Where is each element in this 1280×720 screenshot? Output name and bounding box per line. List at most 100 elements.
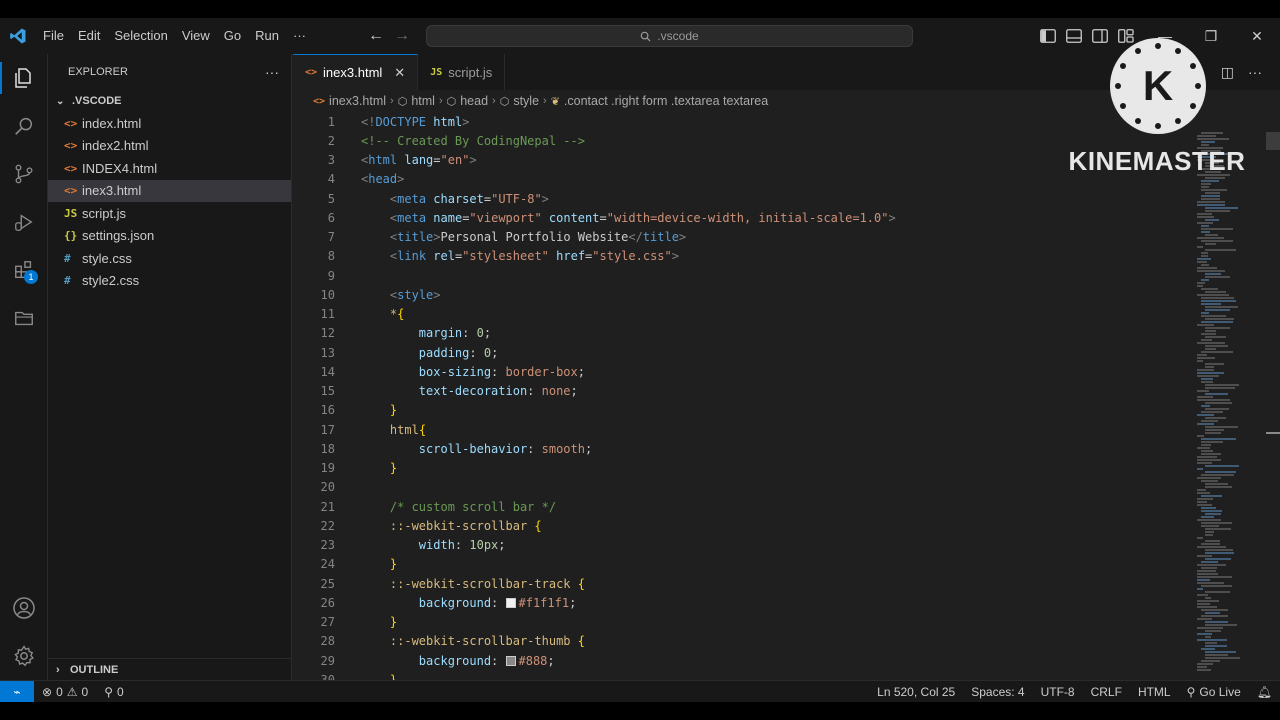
vscode-logo-icon <box>0 18 36 54</box>
color-swatch[interactable] <box>505 656 516 667</box>
code-token: 0 <box>483 345 492 360</box>
minimap-line <box>1201 543 1220 545</box>
line-number: 2 <box>327 133 335 148</box>
minimap-line <box>1201 378 1213 380</box>
close-icon[interactable]: ✕ <box>394 65 405 81</box>
code-editor[interactable]: 1 <!DOCTYPE html> 2 <!-- Created By CodingN… <box>293 112 1193 680</box>
folder-vscode[interactable]: ⌄ .VSCODE <box>48 90 291 112</box>
code-line: 15 text-decoration: none; <box>293 382 1193 401</box>
menu-edit[interactable]: Edit <box>71 18 107 54</box>
breadcrumb-item[interactable]: style <box>513 94 539 108</box>
forward-arrow-icon[interactable]: → <box>394 27 410 45</box>
ports-count: 0 <box>117 684 124 699</box>
source-control-icon[interactable] <box>0 150 48 198</box>
go-live-button[interactable]: ⚲ Go Live <box>1179 681 1249 702</box>
code-text: <link rel="stylesheet" href="style.css"> <box>335 249 679 263</box>
menu-more[interactable]: ··· <box>286 18 313 54</box>
chevron-right-icon: › <box>438 95 443 107</box>
encoding[interactable]: UTF-8 <box>1033 681 1083 702</box>
breadcrumb-item[interactable]: inex3.html <box>329 94 386 108</box>
outline-section[interactable]: › OUTLINE <box>48 658 292 680</box>
minimap-line <box>1201 567 1217 569</box>
minimap-line <box>1197 633 1212 635</box>
code-text: <style> <box>335 288 441 302</box>
manage-gear-icon[interactable] <box>0 632 48 680</box>
code-token: > <box>433 230 441 245</box>
html-file-icon: <> <box>64 116 78 130</box>
split-editor-icon[interactable]: ◫ <box>1221 64 1234 81</box>
file-item[interactable]: <> index.html <box>48 112 291 135</box>
code-token: background <box>418 653 492 668</box>
cursor-position[interactable]: Ln 520, Col 25 <box>869 681 963 702</box>
remote-explorer-icon[interactable] <box>0 294 48 342</box>
code-token: ; <box>547 653 555 668</box>
menu-go[interactable]: Go <box>217 18 248 54</box>
minimap-line <box>1205 366 1214 368</box>
back-arrow-icon[interactable]: ← <box>368 27 384 45</box>
file-item[interactable]: JS script.js <box>48 202 291 225</box>
code-line: 6 <meta name="viewport" content="width=d… <box>293 208 1193 227</box>
tab-inex3-html[interactable]: <> inex3.html ✕ <box>293 54 419 90</box>
line-number: 21 <box>320 499 335 514</box>
code-line: 7 <title>Personal Portfolio Website</tit… <box>293 228 1193 247</box>
minimap-line <box>1197 546 1226 548</box>
close-window-icon[interactable]: ✕ <box>1234 18 1280 54</box>
minimap-line <box>1205 534 1213 536</box>
end-of-line[interactable]: CRLF <box>1083 681 1130 702</box>
menu-run[interactable]: Run <box>248 18 286 54</box>
problems-indicator[interactable]: ⊗ 0 ⚠ 0 <box>34 681 96 703</box>
file-item[interactable]: # style.css <box>48 247 291 270</box>
breadcrumb-item[interactable]: .contact .right form .textarea textarea <box>564 94 768 108</box>
explorer-icon[interactable] <box>0 54 48 102</box>
run-debug-icon[interactable] <box>0 198 48 246</box>
more-actions-icon[interactable]: ··· <box>1248 64 1262 80</box>
breadcrumb-item[interactable]: html <box>411 94 435 108</box>
toggle-panel-icon[interactable] <box>1066 29 1082 43</box>
indentation[interactable]: Spaces: 4 <box>963 681 1032 702</box>
breadcrumb-item[interactable]: head <box>460 94 488 108</box>
extensions-icon[interactable]: 1 <box>0 246 48 294</box>
remote-indicator-icon[interactable]: ⌁ <box>0 680 34 702</box>
file-item[interactable]: <> INDEX4.html <box>48 157 291 180</box>
file-item[interactable]: # style2.css <box>48 270 291 293</box>
notifications-bell-icon[interactable]: 🔔︎ <box>1249 681 1280 702</box>
scrollbar-thumb[interactable] <box>1266 132 1280 150</box>
minimap-line <box>1205 624 1237 626</box>
code-text: html{ <box>335 423 426 437</box>
error-icon: ⊗ <box>42 684 53 699</box>
code-token: padding <box>418 345 470 360</box>
file-item[interactable]: {} settings.json <box>48 225 291 248</box>
line-number: 17 <box>320 422 335 437</box>
ports-indicator[interactable]: ⚲ 0 <box>96 681 131 703</box>
explorer-more-icon[interactable]: ··· <box>265 64 279 80</box>
minimap-line <box>1201 198 1220 200</box>
color-swatch[interactable] <box>505 598 516 609</box>
code-token: ; <box>584 441 593 456</box>
menu-view[interactable]: View <box>175 18 217 54</box>
menu-selection[interactable]: Selection <box>107 18 174 54</box>
file-item[interactable]: <> index2.html <box>48 135 291 158</box>
toggle-secondary-sidebar-icon[interactable] <box>1092 29 1108 43</box>
code-text: *{ <box>335 307 404 321</box>
editor-scrollbar[interactable] <box>1266 112 1280 680</box>
code-line: 24 } <box>293 555 1193 574</box>
code-token: > <box>397 172 405 187</box>
accounts-icon[interactable] <box>0 584 48 632</box>
code-token: "style.css" <box>592 249 672 264</box>
tab-script-js[interactable]: JS script.js <box>418 54 506 90</box>
code-text: ::-webkit-scrollbar-track { <box>335 577 585 591</box>
code-line: 12 margin: 0; <box>293 324 1193 343</box>
minimap-line <box>1197 564 1226 566</box>
menu-file[interactable]: File <box>36 18 71 54</box>
json-file-icon: {} <box>64 229 78 243</box>
toggle-primary-sidebar-icon[interactable] <box>1040 29 1056 43</box>
command-center-search[interactable]: .vscode <box>426 25 913 47</box>
file-item[interactable]: <> inex3.html <box>48 179 291 202</box>
minimap-line <box>1197 504 1212 506</box>
minimap[interactable] <box>1193 112 1265 680</box>
language-mode[interactable]: HTML <box>1130 681 1179 702</box>
search-sidebar-icon[interactable] <box>0 102 48 150</box>
